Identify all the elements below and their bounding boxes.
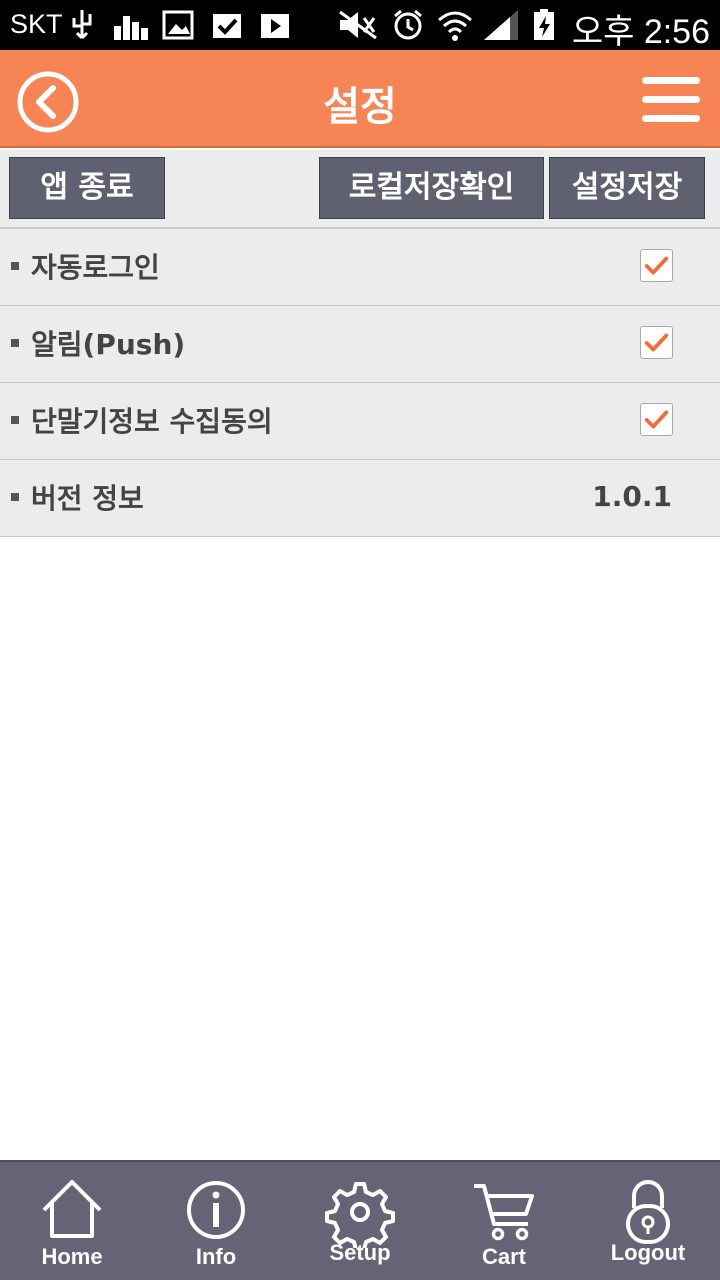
status-bar: SKT 오후 2:56 (0, 0, 720, 51)
info-icon (187, 1181, 245, 1239)
nav-home-label: Home (41, 1244, 103, 1269)
bullet-icon (11, 416, 19, 424)
play-store-icon (261, 14, 289, 38)
setting-label: 알림(Push) (31, 328, 186, 361)
checkmark-icon (644, 256, 669, 275)
action-toolbar: 앱 종료 로컬저장확인 설정저장 (0, 150, 720, 229)
setting-row-device-info-consent: 단말기정보 수집동의 (0, 383, 720, 460)
push-checkbox[interactable] (640, 326, 673, 359)
bottom-nav: Home Info Setup Cart Logout (0, 1160, 720, 1280)
setting-label: 단말기정보 수집동의 (31, 405, 273, 438)
clock: 오후 2:56 (571, 13, 710, 51)
nav-info-label: Info (195, 1244, 237, 1269)
bullet-icon (11, 339, 19, 347)
setting-label: 자동로그인 (31, 251, 160, 284)
setting-label: 버전 정보 (31, 482, 144, 515)
lock-icon (626, 1180, 670, 1244)
menu-button[interactable] (642, 77, 700, 123)
wifi-icon (438, 11, 472, 41)
bullet-icon (11, 262, 19, 270)
version-value: 1.0.1 (592, 480, 672, 513)
setting-row-version: 버전 정보 1.0.1 (0, 460, 720, 537)
device-info-consent-checkbox[interactable] (640, 403, 673, 436)
carrier-label: SKT (10, 9, 63, 39)
nav-logout-label: Logout (610, 1240, 686, 1265)
alarm-icon (394, 9, 422, 40)
nav-cart[interactable]: Cart (432, 1162, 576, 1280)
home-icon (42, 1180, 102, 1238)
mute-icon (339, 10, 377, 40)
settings-list: 자동로그인 알림(Push) 단말기정보 수집동의 버전 정보 1.0.1 (0, 229, 720, 537)
nav-logout[interactable]: Logout (576, 1162, 720, 1280)
bullet-icon (11, 493, 19, 501)
gear-icon (325, 1182, 395, 1248)
checkmark-icon (644, 410, 669, 429)
gallery-icon (162, 10, 194, 40)
cart-icon (474, 1184, 534, 1241)
nav-setup[interactable]: Setup (288, 1162, 432, 1280)
battery-charging-icon (534, 9, 554, 40)
page-title: 설정 (323, 84, 397, 130)
exit-app-button[interactable]: 앱 종료 (9, 157, 165, 219)
signal-icon (484, 10, 518, 40)
local-storage-check-button[interactable]: 로컬저장확인 (319, 157, 544, 219)
clipboard-check-icon (213, 14, 241, 38)
setting-row-push: 알림(Push) (0, 306, 720, 383)
save-settings-button[interactable]: 설정저장 (549, 157, 705, 219)
usb-icon (72, 10, 92, 40)
nav-home[interactable]: Home (0, 1162, 144, 1280)
nav-cart-label: Cart (481, 1244, 526, 1269)
app-header: 설정 (0, 50, 720, 148)
nav-info[interactable]: Info (144, 1162, 288, 1280)
stocks-icon (114, 16, 148, 40)
setting-row-auto-login: 자동로그인 (0, 229, 720, 306)
nav-setup-label: Setup (329, 1240, 391, 1265)
auto-login-checkbox[interactable] (640, 249, 673, 282)
checkmark-icon (644, 333, 669, 352)
